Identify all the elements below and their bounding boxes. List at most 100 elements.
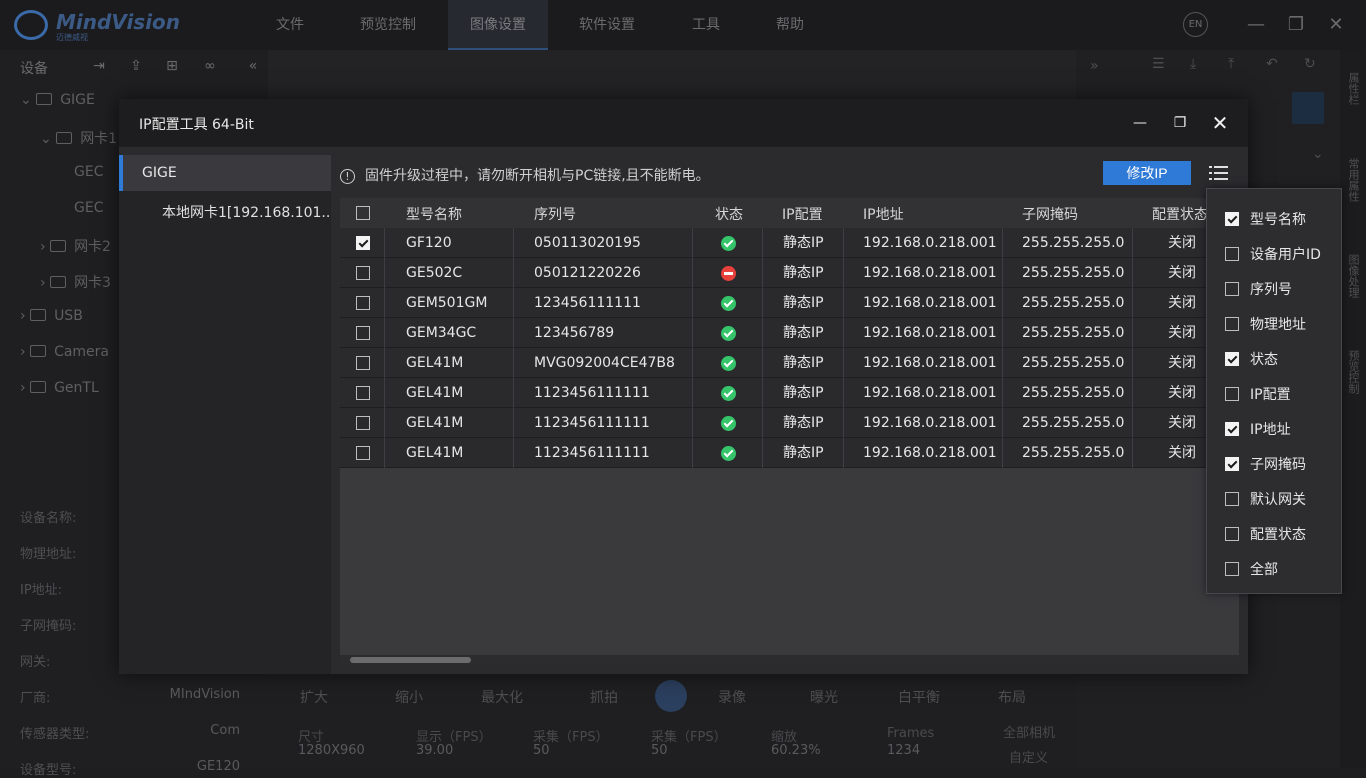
tree-nic1[interactable]: ⌄ 网卡1 <box>40 128 117 148</box>
expand-right-icon[interactable]: » <box>1090 58 1099 74</box>
search-icon[interactable] <box>1292 92 1324 124</box>
col-header[interactable]: IP地址 <box>863 204 904 224</box>
menu-image-settings[interactable]: 图像设置 <box>448 0 548 50</box>
tab-preview-control[interactable]: 预览控制 <box>1345 350 1361 394</box>
tree-gentl[interactable]: › GenTL <box>20 380 99 396</box>
tree-camera-2[interactable]: GEC <box>74 200 103 216</box>
column-option-checkbox[interactable] <box>1225 352 1239 366</box>
maximize-button[interactable]: 最大化 <box>481 687 523 707</box>
download-icon[interactable]: ⤓ <box>1190 56 1196 72</box>
menu-tools[interactable]: 工具 <box>684 0 728 50</box>
layout-button[interactable]: 布局 <box>998 687 1026 707</box>
column-option-checkbox[interactable] <box>1225 282 1239 296</box>
nav-network-card[interactable]: 本地网卡1[192.168.101... <box>162 202 330 222</box>
column-option-checkbox[interactable] <box>1225 457 1239 471</box>
custom-button[interactable]: 自定义 <box>1009 747 1048 766</box>
table-row[interactable]: GEL41M 1123456111111 静态IP 192.168.0.218.001… <box>340 378 1239 408</box>
tab-common-properties[interactable]: 常用属性 <box>1345 158 1361 202</box>
col-header[interactable]: 状态 <box>715 204 743 224</box>
row-checkbox[interactable] <box>356 356 370 370</box>
tree-usb[interactable]: › USB <box>20 308 83 324</box>
table-row[interactable]: GF120 050113020195 静态IP 192.168.0.218.001 25… <box>340 228 1239 258</box>
row-checkbox[interactable] <box>356 386 370 400</box>
stat-label: Frames <box>887 726 935 741</box>
record-button[interactable]: 录像 <box>718 687 746 707</box>
cell-model: GE502C <box>406 265 463 281</box>
column-settings-icon[interactable] <box>1209 163 1229 183</box>
app-restore-button[interactable]: ❐ <box>1283 12 1309 38</box>
chevron-down-icon[interactable]: ⌄ <box>1312 146 1324 162</box>
column-divider <box>513 318 514 348</box>
menu-preview-control[interactable]: 预览控制 <box>352 0 424 50</box>
row-checkbox[interactable] <box>356 416 370 430</box>
row-checkbox[interactable] <box>356 446 370 460</box>
table-row[interactable]: GEL41M 1123456111111 静态IP 192.168.0.218.001… <box>340 408 1239 438</box>
table-row[interactable]: GEM34GC 123456789 静态IP 192.168.0.218.001 255… <box>340 318 1239 348</box>
column-option-checkbox[interactable] <box>1225 317 1239 331</box>
app-minimize-button[interactable]: — <box>1243 12 1269 38</box>
column-divider <box>692 228 693 258</box>
tree-camera[interactable]: › Camera <box>20 344 109 360</box>
cell-subnet-mask: 255.255.255.0 <box>1022 235 1125 251</box>
upload-icon[interactable]: ⤒ <box>1228 56 1234 72</box>
list-icon[interactable]: ☰ <box>1152 56 1165 72</box>
all-cameras-button[interactable]: 全部相机 <box>1003 722 1055 741</box>
menu-help[interactable]: 帮助 <box>768 0 812 50</box>
table-row[interactable]: GE502C 050121220226 静态IP 192.168.0.218.001 2… <box>340 258 1239 288</box>
app-close-button[interactable]: ✕ <box>1323 12 1349 38</box>
refresh-icon[interactable]: ↻ <box>1304 56 1316 72</box>
menu-software-settings[interactable]: 软件设置 <box>570 0 644 50</box>
menu-file[interactable]: 文件 <box>268 0 312 50</box>
col-header[interactable]: 配置状态 <box>1152 204 1208 224</box>
play-icon[interactable] <box>655 680 687 712</box>
column-option-checkbox[interactable] <box>1225 422 1239 436</box>
column-divider <box>384 228 385 258</box>
row-checkbox[interactable] <box>356 296 370 310</box>
col-header[interactable]: 序列号 <box>534 204 576 224</box>
column-option-checkbox[interactable] <box>1225 247 1239 261</box>
column-option-checkbox[interactable] <box>1225 212 1239 226</box>
col-header[interactable]: 型号名称 <box>406 204 462 224</box>
dialog-minimize-button[interactable]: — <box>1128 111 1152 135</box>
export-icon[interactable]: ⇪ <box>127 58 145 74</box>
zoom-in-button[interactable]: 扩大 <box>300 687 328 707</box>
modify-ip-button[interactable]: 修改IP <box>1103 161 1191 185</box>
tree-nic3[interactable]: › 网卡3 <box>40 272 111 292</box>
cell-serial: 123456111111 <box>534 295 641 311</box>
column-option-checkbox[interactable] <box>1225 492 1239 506</box>
select-all-checkbox[interactable] <box>356 206 370 220</box>
link-icon[interactable]: ∞ <box>201 58 219 74</box>
add-device-icon[interactable]: ⊞ <box>163 58 181 74</box>
column-divider <box>1002 348 1003 378</box>
language-button[interactable]: EN <box>1183 12 1208 37</box>
dialog-close-button[interactable]: ✕ <box>1208 111 1232 135</box>
col-header[interactable]: 子网掩码 <box>1022 204 1078 224</box>
dialog-restore-button[interactable]: ❐ <box>1168 111 1192 135</box>
scrollbar-thumb[interactable] <box>350 657 471 663</box>
exposure-button[interactable]: 曝光 <box>810 687 838 707</box>
row-checkbox[interactable] <box>356 266 370 280</box>
table-row[interactable]: GEM501GM 123456111111 静态IP 192.168.0.218.00… <box>340 288 1239 318</box>
prop-label: 设备名称: <box>20 511 77 526</box>
tab-image-processing[interactable]: 图像处理 <box>1345 254 1361 298</box>
white-balance-button[interactable]: 白平衡 <box>898 687 940 707</box>
row-checkbox[interactable] <box>356 236 370 250</box>
tree-nic2[interactable]: › 网卡2 <box>40 236 111 256</box>
table-row[interactable]: GEL41M 1123456111111 静态IP 192.168.0.218.001… <box>340 438 1239 468</box>
tab-properties[interactable]: 属性栏 <box>1345 72 1361 105</box>
horizontal-scrollbar[interactable] <box>340 655 1239 665</box>
column-option-checkbox[interactable] <box>1225 527 1239 541</box>
column-option-checkbox[interactable] <box>1225 562 1239 576</box>
col-header[interactable]: IP配置 <box>782 204 823 224</box>
snapshot-button[interactable]: 抓拍 <box>590 687 618 707</box>
column-option-checkbox[interactable] <box>1225 387 1239 401</box>
collapse-left-icon[interactable]: « <box>244 58 262 74</box>
tree-camera-1[interactable]: GEC <box>74 164 103 180</box>
zoom-out-button[interactable]: 缩小 <box>395 687 423 707</box>
table-row[interactable]: GEL41M MVG092004CE47B8 静态IP 192.168.0.218.0… <box>340 348 1239 378</box>
list-indent-icon[interactable]: ⇥ <box>90 58 108 74</box>
row-checkbox[interactable] <box>356 326 370 340</box>
tree-gige[interactable]: ⌄ GIGE <box>20 92 95 108</box>
undo-icon[interactable]: ↶ <box>1266 56 1278 72</box>
nav-gige[interactable]: GIGE <box>119 155 331 191</box>
